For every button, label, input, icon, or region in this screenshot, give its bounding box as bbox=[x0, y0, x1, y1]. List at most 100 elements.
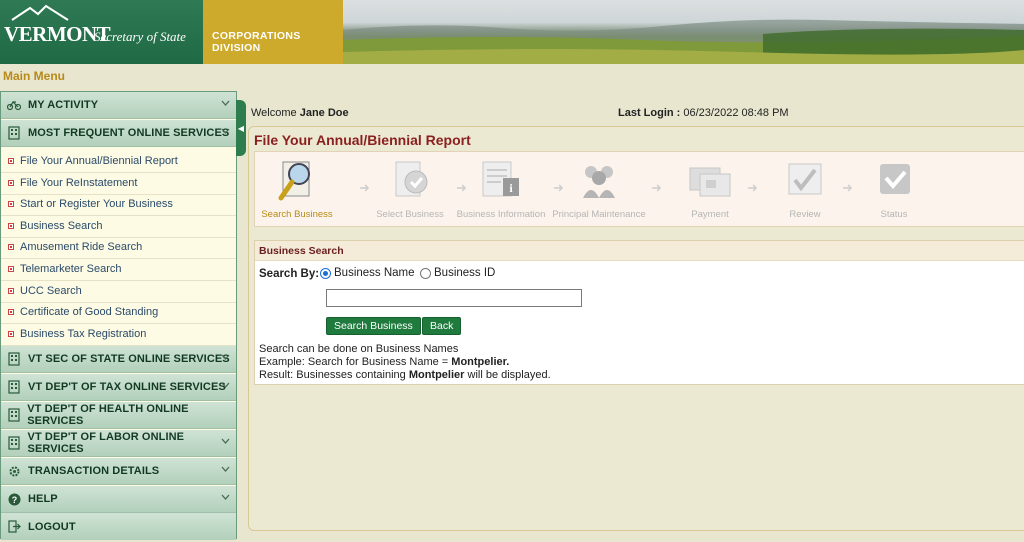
hint-text: Example: Search for Business Name = bbox=[259, 356, 452, 368]
step-status: Status bbox=[859, 158, 929, 220]
arrow-right-icon: ➜ bbox=[842, 180, 853, 195]
menu-item-label: Business Tax Registration bbox=[20, 328, 147, 341]
step-label: Business Information bbox=[456, 209, 546, 220]
chevron-down-icon bbox=[221, 354, 230, 360]
section-label: TRANSACTION DETAILS bbox=[28, 465, 160, 477]
main-menu-title: Main Menu bbox=[3, 69, 65, 83]
progress-steps: Search Business ➜ Select Business ➜ i Bu… bbox=[254, 151, 1024, 227]
bullet-icon bbox=[8, 201, 14, 208]
menu-item-label: Telemarketer Search bbox=[20, 263, 122, 276]
status-check-icon bbox=[880, 164, 910, 194]
vermont-logo[interactable]: VERMONT Secretary of State bbox=[0, 0, 203, 64]
step-select-business: Select Business bbox=[373, 158, 447, 220]
radio-unselected-icon[interactable] bbox=[420, 267, 431, 279]
section-label: VT DEP'T OF LABOR ONLINE SERVICES bbox=[27, 431, 185, 455]
radio-business-name[interactable]: Business Name bbox=[320, 267, 415, 279]
gear-icon bbox=[7, 464, 21, 478]
step-label: Status bbox=[880, 209, 908, 220]
checklist-icon bbox=[395, 161, 428, 197]
menu-item-label: File Your ReInstatement bbox=[20, 177, 138, 190]
content-panel: File Your Annual/Biennial Report Search … bbox=[248, 126, 1024, 531]
radio-label: Business Name bbox=[334, 267, 415, 279]
division-label: CORPORATIONS DIVISION bbox=[212, 30, 301, 54]
step-label: Select Business bbox=[376, 209, 444, 220]
menu-item-label: Amusement Ride Search bbox=[20, 241, 143, 254]
section-label: VT DEP'T OF HEALTH ONLINE SERVICES bbox=[27, 403, 189, 427]
menu-item-label: File Your Annual/Biennial Report bbox=[20, 155, 178, 168]
section-sec-of-state[interactable]: VT SEC OF STATE ONLINE SERVICES bbox=[1, 346, 236, 373]
search-by-label: Search By: bbox=[259, 268, 320, 280]
page-title: File Your Annual/Biennial Report bbox=[254, 132, 471, 148]
people-icon bbox=[583, 166, 615, 198]
chevron-down-icon bbox=[221, 466, 230, 472]
bullet-icon bbox=[8, 309, 14, 316]
svg-text:?: ? bbox=[11, 495, 17, 505]
logout-icon bbox=[7, 520, 21, 534]
step-label: Review bbox=[789, 209, 821, 220]
bicycle-icon bbox=[7, 98, 21, 112]
section-label: LOGOUT bbox=[28, 520, 76, 533]
section-most-frequent[interactable]: MOST FREQUENT ONLINE SERVICES bbox=[1, 120, 236, 147]
section-label: VT SEC OF STATE ONLINE SERVICES bbox=[28, 353, 230, 365]
site-header: VERMONT Secretary of State CORPORATIONS … bbox=[0, 0, 1024, 64]
menu-item-register-business[interactable]: Start or Register Your Business bbox=[1, 194, 236, 216]
menu-item-label: Business Search bbox=[20, 220, 103, 233]
welcome-prefix: Welcome bbox=[251, 107, 297, 119]
section-logout[interactable]: LOGOUT bbox=[1, 513, 236, 540]
welcome-text: Welcome Jane Doe bbox=[251, 107, 349, 119]
building-icon bbox=[7, 126, 21, 140]
arrow-right-icon: ➜ bbox=[747, 180, 758, 195]
mountain-logo-icon bbox=[11, 4, 69, 21]
menu-item-amusement-ride[interactable]: Amusement Ride Search bbox=[1, 237, 236, 259]
chevron-down-icon bbox=[221, 438, 230, 444]
business-search-panel: Business Search Search By: Business Name… bbox=[254, 240, 1024, 385]
section-dept-health[interactable]: VT DEP'T OF HEALTH ONLINE SERVICES bbox=[1, 402, 236, 429]
bullet-icon bbox=[8, 244, 14, 251]
menu-item-ucc-search[interactable]: UCC Search bbox=[1, 281, 236, 303]
bullet-icon bbox=[8, 223, 14, 230]
radio-business-id[interactable]: Business ID bbox=[420, 267, 495, 279]
search-business-button[interactable]: Search Business bbox=[326, 317, 421, 335]
menu-item-annual-report[interactable]: File Your Annual/Biennial Report bbox=[1, 151, 236, 173]
last-login-value: 06/23/2022 08:48 PM bbox=[683, 107, 789, 119]
chevron-down-icon bbox=[221, 494, 230, 500]
step-search-business: Search Business bbox=[259, 158, 335, 220]
help-icon: ? bbox=[7, 492, 21, 506]
review-icon bbox=[788, 163, 822, 195]
radio-label: Business ID bbox=[434, 267, 496, 279]
collapse-sidebar-button[interactable]: ◀ bbox=[236, 100, 246, 156]
menu-item-tax-registration[interactable]: Business Tax Registration bbox=[1, 324, 236, 346]
building-icon bbox=[7, 408, 20, 422]
building-icon bbox=[7, 380, 21, 394]
hint-line-1: Search can be done on Business Names bbox=[259, 343, 459, 355]
menu-item-telemarketer[interactable]: Telemarketer Search bbox=[1, 259, 236, 281]
section-dept-tax[interactable]: VT DEP'T OF TAX ONLINE SERVICES bbox=[1, 374, 236, 401]
step-label: Payment bbox=[691, 209, 729, 220]
menu-item-business-search[interactable]: Business Search bbox=[1, 216, 236, 238]
section-label: VT DEP'T OF TAX ONLINE SERVICES bbox=[28, 381, 226, 393]
step-label: Principal Maintenance bbox=[552, 209, 646, 220]
bullet-icon bbox=[8, 180, 14, 187]
chevron-down-icon bbox=[221, 382, 230, 388]
step-principal-maintenance: Principal Maintenance bbox=[551, 158, 647, 220]
menu-item-reinstatement[interactable]: File Your ReInstatement bbox=[1, 173, 236, 195]
section-transaction-details[interactable]: TRANSACTION DETAILS bbox=[1, 458, 236, 485]
landscape-image bbox=[343, 19, 1024, 64]
step-label: Search Business bbox=[261, 209, 333, 220]
step-payment: Payment bbox=[675, 158, 745, 220]
section-dept-labor[interactable]: VT DEP'T OF LABOR ONLINE SERVICES bbox=[1, 430, 236, 457]
section-label: MY ACTIVITY bbox=[28, 99, 99, 111]
menu-item-good-standing[interactable]: Certificate of Good Standing bbox=[1, 302, 236, 324]
business-search-input[interactable] bbox=[326, 289, 582, 307]
section-help[interactable]: ? HELP bbox=[1, 486, 236, 513]
bullet-icon bbox=[8, 331, 14, 338]
arrow-right-icon: ➜ bbox=[359, 180, 370, 195]
arrow-right-icon: ➜ bbox=[651, 180, 662, 195]
sidebar: MY ACTIVITY MOST FREQUENT ONLINE SERVICE… bbox=[0, 91, 237, 540]
payment-card-icon bbox=[689, 167, 731, 197]
hint-bold: Montpelier. bbox=[451, 356, 510, 368]
document-info-icon: i bbox=[482, 161, 519, 197]
radio-selected-icon[interactable] bbox=[320, 267, 331, 279]
section-my-activity[interactable]: MY ACTIVITY bbox=[1, 92, 236, 119]
back-button[interactable]: Back bbox=[422, 317, 462, 335]
